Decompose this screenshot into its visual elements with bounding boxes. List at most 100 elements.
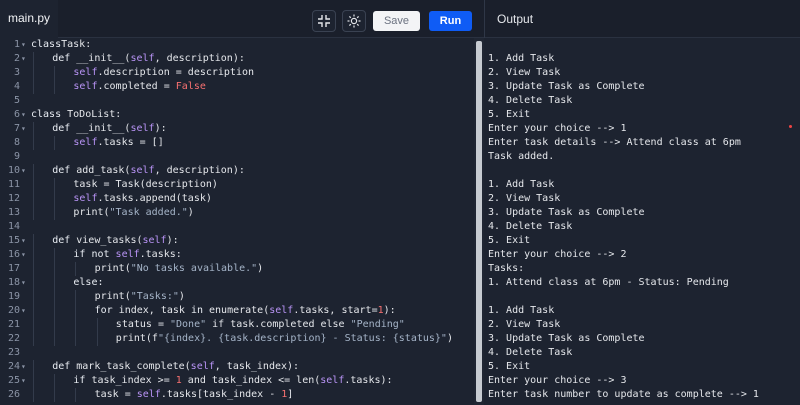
code-line[interactable]: 23: [0, 346, 473, 360]
line-number: 19: [7, 291, 20, 302]
tab-main-py[interactable]: main.py: [0, 0, 58, 38]
code-line[interactable]: 19 print("Tasks:"): [0, 290, 473, 304]
indent-guide: [33, 192, 34, 206]
code-line[interactable]: 14: [0, 220, 473, 234]
code-line[interactable]: 18 ▾ else:: [0, 276, 473, 290]
fold-chevron-icon[interactable]: ▾: [21, 304, 29, 318]
indent-guide: [33, 332, 34, 346]
code-line[interactable]: 12 self.tasks.append(task): [0, 192, 473, 206]
code-line[interactable]: 5: [0, 94, 473, 108]
output-line: 2. View Task: [488, 319, 561, 330]
fold-chevron-icon[interactable]: ▾: [21, 122, 29, 136]
indent-guide: [33, 52, 34, 66]
collapse-icon-glyph: [318, 15, 330, 27]
code-text: classTask:: [31, 39, 92, 50]
collapse-icon[interactable]: [312, 10, 336, 32]
code-line[interactable]: 9: [0, 150, 473, 164]
indent-guide: [54, 374, 56, 388]
line-number: 17: [7, 263, 20, 274]
fold-chevron-icon[interactable]: ▾: [21, 164, 29, 178]
output-line: 5. Exit: [488, 361, 531, 372]
indent-guide: [54, 80, 56, 94]
panel-divider: [484, 0, 485, 38]
code-line[interactable]: 20 ▾ for index, task in enumerate(self.tas…: [0, 304, 473, 318]
code-line[interactable]: 2 ▾ def __init__(self, description):: [0, 52, 473, 66]
code-line[interactable]: 17 print("No tasks available."): [0, 262, 473, 276]
output-line: 2. View Task: [488, 67, 561, 78]
code-line[interactable]: 21 status = "Done" if task.completed else…: [0, 318, 473, 332]
code-text: print("No tasks available."): [94, 263, 264, 274]
code-line[interactable]: 16 ▾ if not self.tasks:: [0, 248, 473, 262]
output-line: 3. Update Task as Complete: [488, 207, 645, 218]
output-line: 3. Update Task as Complete: [488, 81, 645, 92]
indent-guide: [96, 332, 98, 346]
indent-guide: [54, 332, 56, 346]
indent-guide: [54, 262, 56, 276]
line-number: 6: [13, 109, 20, 120]
output-line: Enter your choice --> 3: [488, 375, 627, 386]
indent-guide: [33, 388, 34, 402]
code-text: class ToDoList:: [31, 109, 122, 120]
code-line[interactable]: 4 self.completed = False: [0, 80, 473, 94]
indent-guide: [75, 262, 77, 276]
indent-guide: [33, 248, 34, 262]
indent-guide: [54, 66, 56, 80]
indent-guide: [33, 304, 34, 318]
indent-guide: [54, 136, 56, 150]
editor-scrollbar-thumb[interactable]: [476, 41, 482, 402]
fold-chevron-icon[interactable]: ▾: [21, 360, 29, 374]
indent-guide: [33, 178, 34, 192]
code-line[interactable]: 24 ▾ def mark_task_complete(self, task_ind…: [0, 360, 473, 374]
code-line[interactable]: 1 ▾ classTask:: [0, 38, 473, 52]
output-line: Enter your choice --> 1: [488, 123, 627, 134]
indent-guide: [33, 66, 34, 80]
code-line[interactable]: 25 ▾ if task_index >= 1 and task_index <= …: [0, 374, 473, 388]
indent-guide: [75, 332, 77, 346]
indent-guide: [54, 290, 56, 304]
line-number: 4: [13, 81, 20, 92]
code-text: if not self.tasks:: [73, 249, 182, 260]
indent-guide: [54, 276, 56, 290]
fold-chevron-icon[interactable]: ▾: [21, 38, 29, 52]
output-line: Tasks:: [488, 263, 525, 274]
code-editor[interactable]: 1 ▾ classTask: 2 ▾ def __init__(self, descrip…: [0, 38, 473, 405]
output-line: Enter task details --> Attend class at 6…: [488, 137, 741, 148]
code-line[interactable]: 8 self.tasks = []: [0, 136, 473, 150]
output-line: 1. Attend class at 6pm - Status: Pending: [488, 277, 729, 288]
code-line[interactable]: 22 print(f"{index}. {task.description} - …: [0, 332, 473, 346]
indent-guide: [33, 122, 34, 136]
fold-chevron-icon[interactable]: ▾: [21, 374, 29, 388]
fold-chevron-icon[interactable]: ▾: [21, 276, 29, 290]
indent-guide: [33, 290, 34, 304]
code-text: if task_index >= 1 and task_index <= len…: [73, 375, 393, 386]
run-button[interactable]: Run: [429, 11, 472, 31]
fold-chevron-icon[interactable]: ▾: [21, 234, 29, 248]
code-text: print(f"{index}. {task.description} - St…: [115, 333, 453, 344]
code-text: def __init__(self):: [52, 123, 167, 134]
output-line: 1. Add Task: [488, 179, 555, 190]
code-line[interactable]: 13 print("Task added."): [0, 206, 473, 220]
indent-guide: [33, 276, 34, 290]
code-line[interactable]: 6 ▾ class ToDoList:: [0, 108, 473, 122]
code-line[interactable]: 7 ▾ def __init__(self):: [0, 122, 473, 136]
code-text: self.tasks.append(task): [73, 193, 212, 204]
output-line: 5. Exit: [488, 235, 531, 246]
code-line[interactable]: 3 self.description = description: [0, 66, 473, 80]
code-text: def add_task(self, description):: [52, 165, 245, 176]
code-line[interactable]: 11 task = Task(description): [0, 178, 473, 192]
code-line[interactable]: 15 ▾ def view_tasks(self):: [0, 234, 473, 248]
indent-guide: [33, 318, 34, 332]
code-text: task = Task(description): [73, 179, 218, 190]
output-line: 5. Exit: [488, 109, 531, 120]
code-text: def mark_task_complete(self, task_index)…: [52, 361, 300, 372]
fold-chevron-icon[interactable]: ▾: [21, 52, 29, 66]
indent-guide: [54, 304, 56, 318]
line-number: 8: [13, 137, 20, 148]
code-line[interactable]: 10 ▾ def add_task(self, description):: [0, 164, 473, 178]
fold-chevron-icon[interactable]: ▾: [21, 108, 29, 122]
save-button[interactable]: Save: [373, 11, 420, 31]
brightness-icon[interactable]: [342, 10, 366, 32]
code-line[interactable]: 26 task = self.tasks[task_index - 1]: [0, 388, 473, 402]
fold-chevron-icon[interactable]: ▾: [21, 248, 29, 262]
line-number: 7: [13, 123, 20, 134]
